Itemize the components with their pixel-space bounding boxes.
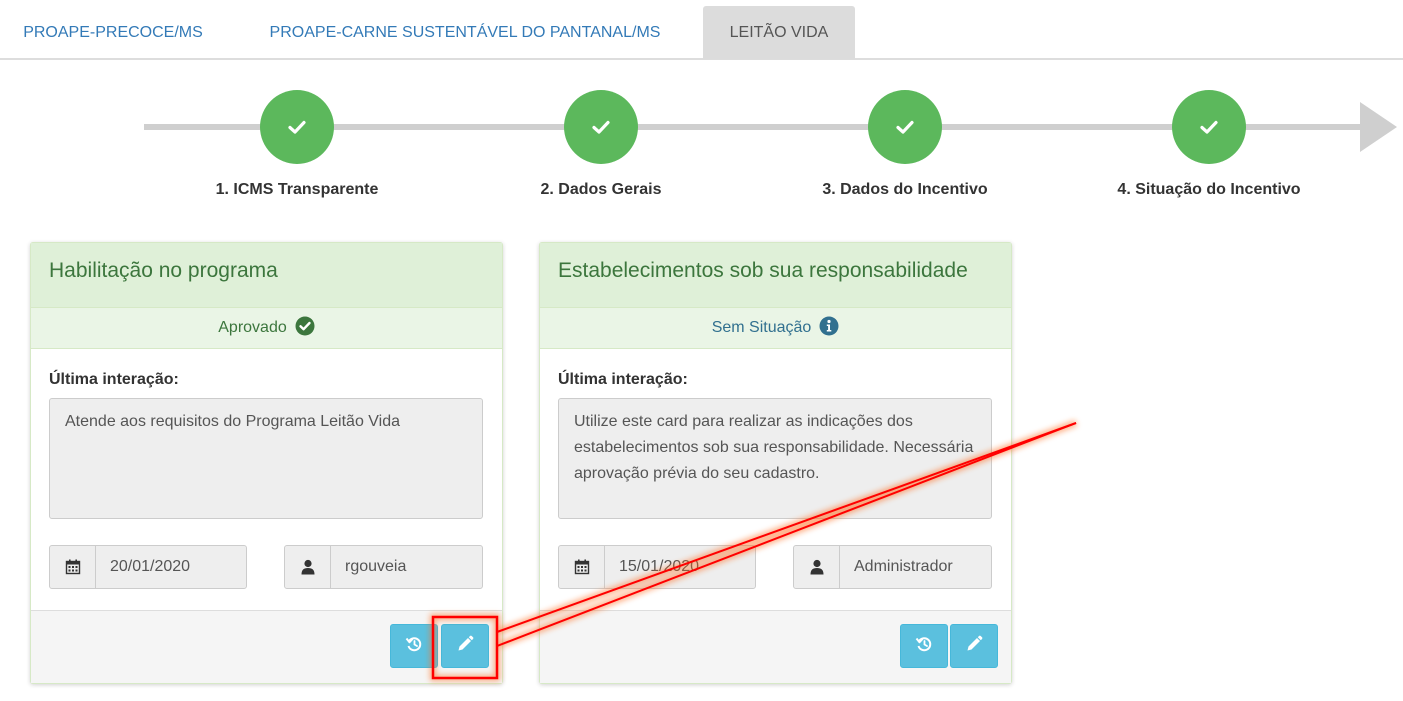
last-interaction-label: Última interação: bbox=[49, 371, 179, 388]
step-1-label: 1. ICMS Transparente bbox=[215, 181, 379, 198]
status-text: Sem Situação bbox=[711, 319, 812, 336]
edit-button[interactable] bbox=[950, 624, 998, 668]
last-interaction-label: Última interação: bbox=[558, 371, 688, 388]
card-estabelecimentos: Estabelecimentos sob sua responsabilidad… bbox=[539, 242, 1012, 684]
user-field: rgouveia bbox=[284, 545, 483, 589]
tab-proape-precoce[interactable]: PROAPE-PRECOCE/MS bbox=[2, 6, 224, 59]
status-row: Sem Situação bbox=[540, 308, 1011, 349]
card-body: Última interação: Atende aos requisitos … bbox=[31, 349, 502, 611]
user-value: rgouveia bbox=[345, 558, 407, 575]
user-value: Administrador bbox=[854, 558, 953, 575]
status-row: Aprovado bbox=[31, 308, 502, 349]
user-field: Administrador bbox=[793, 545, 992, 589]
interaction-message: Utilize este card para realizar as indic… bbox=[558, 398, 992, 519]
card-body: Última interação: Utilize este card para… bbox=[540, 349, 1011, 611]
interaction-message: Atende aos requisitos do Programa Leitão… bbox=[49, 398, 483, 519]
check-circle-icon bbox=[295, 316, 315, 341]
date-value: 15/01/2020 bbox=[619, 558, 700, 575]
card-footer bbox=[31, 610, 502, 683]
stepper-arrow bbox=[1360, 102, 1397, 152]
step-1-check-icon[interactable] bbox=[260, 90, 334, 164]
card-habilitacao: Habilitação no programa Aprovado Última … bbox=[30, 242, 503, 684]
date-field: 20/01/2020 bbox=[49, 545, 247, 589]
tab-proape-carne-sustentavel[interactable]: PROAPE-CARNE SUSTENTÁVEL DO PANTANAL/MS bbox=[240, 6, 690, 59]
history-icon bbox=[405, 635, 423, 658]
calendar-icon bbox=[559, 546, 605, 588]
info-circle-icon bbox=[819, 316, 839, 341]
status-text: Aprovado bbox=[218, 319, 287, 336]
card-title: Habilitação no programa bbox=[31, 243, 502, 308]
date-field: 15/01/2020 bbox=[558, 545, 756, 589]
user-icon bbox=[794, 546, 840, 588]
history-button[interactable] bbox=[900, 624, 948, 668]
pencil-icon bbox=[456, 635, 474, 658]
step-2-label: 2. Dados Gerais bbox=[540, 181, 662, 198]
step-4-check-icon[interactable] bbox=[1172, 90, 1246, 164]
calendar-icon bbox=[50, 546, 96, 588]
tab-leitao-vida[interactable]: LEITÃO VIDA bbox=[703, 6, 855, 59]
edit-button[interactable] bbox=[441, 624, 489, 668]
step-3-check-icon[interactable] bbox=[868, 90, 942, 164]
history-button[interactable] bbox=[390, 624, 438, 668]
step-2-check-icon[interactable] bbox=[564, 90, 638, 164]
pencil-icon bbox=[965, 635, 983, 658]
card-title: Estabelecimentos sob sua responsabilidad… bbox=[540, 243, 1011, 308]
history-icon bbox=[915, 635, 933, 658]
date-value: 20/01/2020 bbox=[110, 558, 191, 575]
step-4-label: 4. Situação do Incentivo bbox=[1117, 181, 1301, 198]
user-icon bbox=[285, 546, 331, 588]
card-footer bbox=[540, 610, 1011, 683]
program-tabs: PROAPE-PRECOCE/MS PROAPE-CARNE SUSTENTÁV… bbox=[0, 0, 1403, 60]
step-3-label: 3. Dados do Incentivo bbox=[822, 181, 988, 198]
